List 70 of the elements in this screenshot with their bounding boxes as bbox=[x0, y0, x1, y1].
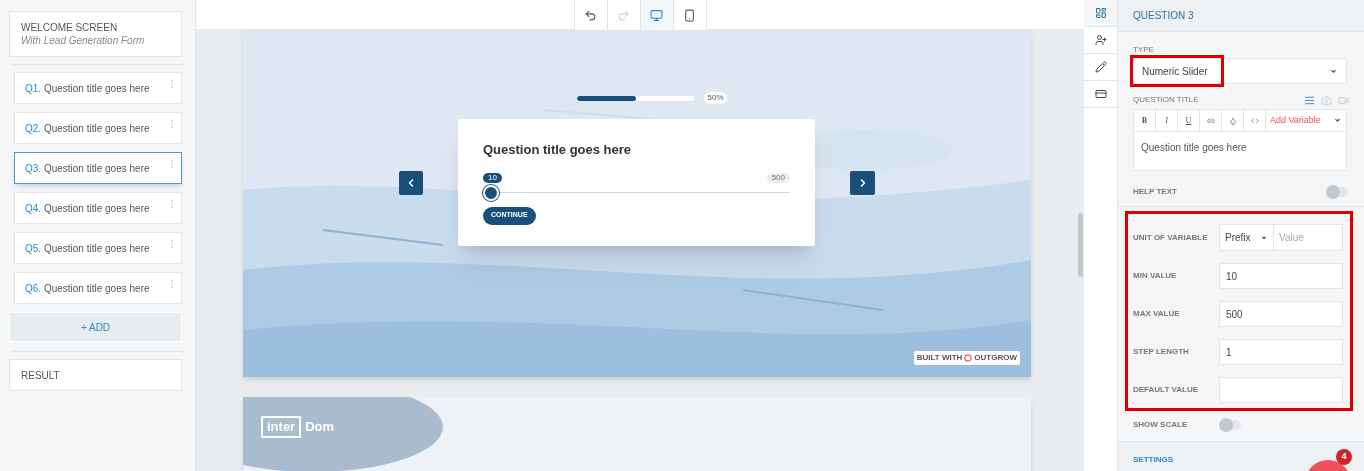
brand-name: OUTGROW bbox=[974, 352, 1017, 364]
layout-icon bbox=[1094, 7, 1107, 19]
result-item[interactable]: RESULT bbox=[9, 359, 182, 391]
underline-button[interactable]: U bbox=[1178, 110, 1200, 131]
question-item[interactable]: Q2. Question title goes here bbox=[14, 112, 182, 144]
field-label: STEP LENGTH bbox=[1133, 346, 1190, 358]
question-title-label: QUESTION TITLE bbox=[1133, 94, 1199, 106]
mobile-button[interactable] bbox=[673, 0, 707, 30]
link-icon bbox=[1206, 116, 1215, 125]
undo-button[interactable] bbox=[574, 0, 608, 30]
desktop-button[interactable] bbox=[640, 0, 674, 30]
question-item[interactable]: Q4. Question title goes here bbox=[14, 192, 182, 224]
question-item[interactable]: Q1. Question title goes here bbox=[14, 72, 182, 104]
unit-field[interactable]: Prefix Value bbox=[1219, 224, 1343, 251]
question-label: Q1. Question title goes here bbox=[25, 81, 150, 96]
scrollbar-thumb[interactable] bbox=[1078, 213, 1083, 277]
code-icon bbox=[1250, 116, 1259, 125]
help-text-toggle[interactable] bbox=[1328, 187, 1348, 197]
camera-icon[interactable] bbox=[1321, 94, 1332, 106]
previous-button[interactable] bbox=[399, 170, 423, 195]
add-variable-dropdown[interactable]: Add Variable bbox=[1266, 110, 1346, 131]
question-label: Q3. Question title goes here bbox=[25, 161, 150, 176]
italic-button[interactable]: I bbox=[1156, 110, 1178, 131]
question-label: Q6. Question title goes here bbox=[25, 281, 150, 296]
brand-logo-icon bbox=[964, 354, 973, 362]
show-scale-label: SHOW SCALE bbox=[1133, 419, 1189, 431]
bold-button[interactable]: B bbox=[1134, 110, 1156, 131]
question-item[interactable]: Q3. Question title goes here bbox=[14, 152, 182, 184]
unit-position-select[interactable]: Prefix bbox=[1220, 225, 1274, 250]
caret-icon bbox=[1333, 116, 1342, 125]
question-label: Q2. Question title goes here bbox=[25, 121, 150, 136]
welcome-screen-item[interactable]: WELCOME SCREEN With Lead Generation Form bbox=[9, 11, 182, 57]
question-item[interactable]: Q5. Question title goes here bbox=[14, 232, 182, 264]
question-item[interactable]: Q6. Question title goes here bbox=[14, 272, 182, 304]
progress-reading: 50% bbox=[704, 92, 727, 104]
next-button[interactable] bbox=[850, 170, 875, 195]
card-icon bbox=[1094, 88, 1107, 100]
slider-max-label: 500 bbox=[766, 172, 790, 183]
video-icon[interactable] bbox=[1338, 94, 1349, 106]
number-field[interactable]: 1 bbox=[1219, 339, 1343, 365]
number-field[interactable]: 500 bbox=[1219, 301, 1343, 327]
question-title: Question title goes here bbox=[483, 141, 633, 159]
list-icon[interactable] bbox=[1304, 94, 1315, 106]
pen-icon bbox=[1094, 61, 1107, 73]
rich-text-editor[interactable]: B I U Add Variable Question title goes here bbox=[1133, 109, 1347, 171]
field-label: MAX VALUE bbox=[1133, 308, 1181, 320]
add-user-icon bbox=[1094, 34, 1107, 46]
question-label: Q5. Question title goes here bbox=[25, 241, 150, 256]
show-scale-toggle[interactable] bbox=[1221, 420, 1241, 430]
layout-tab[interactable] bbox=[1084, 0, 1117, 27]
logo-text: Dom bbox=[305, 418, 335, 437]
welcome-title: WELCOME SCREEN bbox=[21, 21, 119, 34]
unit-label: UNIT OF VARIABLE bbox=[1133, 232, 1209, 243]
built-with-badge[interactable]: BUILT WITH OUTGROW bbox=[913, 351, 1020, 365]
question-title-input[interactable]: Question title goes here bbox=[1134, 132, 1346, 170]
logo-boxed-text: inter bbox=[261, 416, 302, 438]
number-field[interactable] bbox=[1219, 377, 1343, 403]
help-text-label: HELP TEXT bbox=[1133, 186, 1177, 198]
welcome-subtitle: With Lead Generation Form bbox=[21, 34, 146, 48]
type-label: TYPE bbox=[1133, 44, 1155, 56]
field-label: DEFAULT VALUE bbox=[1133, 384, 1200, 396]
slider-min-label: 10 bbox=[483, 172, 502, 183]
slider-thumb[interactable] bbox=[483, 184, 499, 201]
panel-title: QUESTION 3 bbox=[1133, 9, 1194, 23]
unit-value-input[interactable]: Value bbox=[1274, 225, 1342, 250]
built-with-label: BUILT WITH bbox=[916, 352, 963, 364]
type-select[interactable]: Numeric Slider bbox=[1133, 58, 1347, 84]
field-label: MIN VALUE bbox=[1133, 270, 1178, 282]
number-field[interactable]: 10 bbox=[1219, 263, 1343, 289]
question-label: Q4. Question title goes here bbox=[25, 201, 150, 216]
